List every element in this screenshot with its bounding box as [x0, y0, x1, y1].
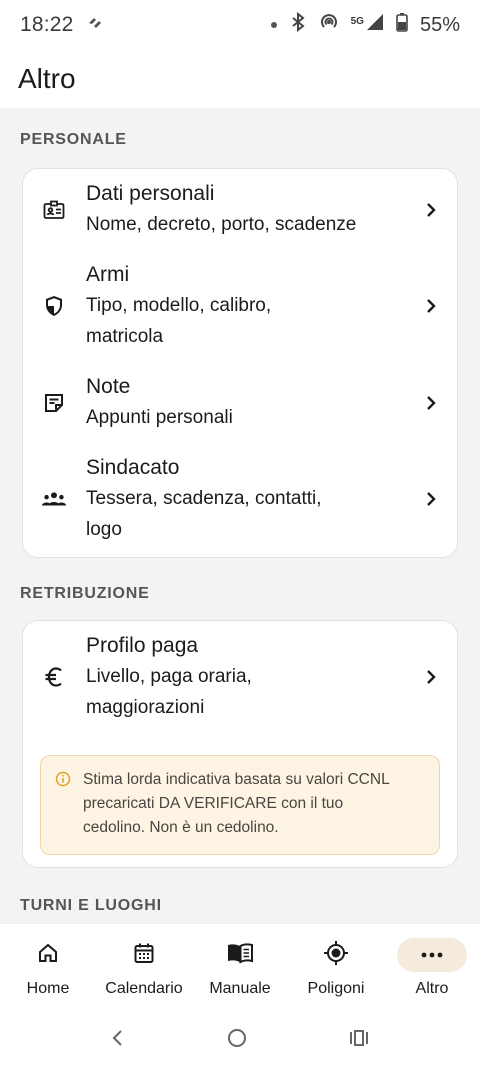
battery-icon: [396, 12, 408, 38]
nav-calendario[interactable]: Calendario: [96, 924, 192, 1013]
status-time: 18:22: [20, 13, 74, 36]
nav-label: Calendario: [105, 980, 183, 997]
nav-altro[interactable]: Altro: [384, 924, 480, 1013]
nav-poligoni[interactable]: Poligoni: [288, 924, 384, 1013]
page-title: Altro: [18, 63, 76, 94]
note-icon: [41, 390, 67, 416]
menu-item-subtitle-line-1: Tessera, scadenza, contatti,: [86, 488, 322, 509]
menu-item-sindacato[interactable]: Sindacato Tessera, scadenza, contatti, l…: [23, 443, 457, 557]
nav-home[interactable]: Home: [0, 924, 96, 1013]
info-line-1: Stima lorda indicativa basata su valori …: [83, 771, 390, 788]
menu-item-subtitle-line-2: logo: [86, 519, 122, 540]
status-bar: 18:22 5G 55%: [0, 0, 480, 50]
menu-item-subtitle-line-1: Tipo, modello, calibro,: [86, 295, 272, 316]
menu-item-note[interactable]: Note Appunti personali: [23, 362, 457, 443]
chevron-right-icon: [417, 669, 437, 685]
main-content: PERSONALE Dati personali Nome, decreto, …: [0, 108, 480, 992]
section-title-turni: TURNI E LUOGHI: [20, 897, 162, 914]
nav-label: Manuale: [209, 980, 271, 997]
app-bar: Altro: [0, 50, 480, 108]
menu-item-subtitle-line-2: matricola: [86, 326, 164, 347]
hotspot-icon: [319, 12, 339, 38]
nav-label: Altro: [415, 980, 449, 997]
nav-label: Home: [26, 980, 70, 997]
sync-icon: [86, 13, 104, 37]
chevron-right-icon: [417, 491, 437, 507]
calendar-icon: [132, 941, 156, 970]
menu-item-subtitle-line-2: maggiorazioni: [86, 697, 205, 718]
menu-item-dati-personali[interactable]: Dati personali Nome, decreto, porto, sca…: [23, 169, 457, 250]
menu-item-subtitle-line-1: Livello, paga oraria,: [86, 666, 252, 687]
home-circle-icon[interactable]: [226, 1027, 248, 1054]
back-icon[interactable]: [110, 1028, 126, 1053]
nav-label: Poligoni: [307, 980, 365, 997]
shield-icon: [41, 293, 67, 319]
euro-icon: [41, 664, 67, 690]
nav-manuale[interactable]: Manuale: [192, 924, 288, 1013]
signal-icon: [366, 13, 384, 37]
menu-item-title: Armi: [86, 263, 130, 286]
system-navigation: [0, 1013, 480, 1067]
menu-item-subtitle: Nome, decreto, porto, scadenze: [86, 214, 357, 235]
target-icon: [323, 940, 349, 971]
menu-item-title: Note: [86, 375, 131, 398]
section-title-retribuzione: RETRIBUZIONE: [20, 585, 150, 602]
notification-dot-icon: [270, 22, 277, 28]
menu-item-title: Profilo paga: [86, 634, 199, 657]
recents-icon[interactable]: [348, 1028, 370, 1053]
info-notice: Stima lorda indicativa basata su valori …: [40, 755, 440, 855]
book-icon: [226, 941, 254, 970]
menu-item-subtitle: Appunti personali: [86, 407, 233, 428]
info-line-2: precaricati DA VERIFICARE con il tuo: [83, 795, 344, 812]
info-line-3: cedolino. Non è un cedolino.: [83, 819, 279, 836]
home-icon: [36, 941, 60, 970]
network-type: 5G: [350, 15, 364, 27]
retribuzione-card: Profilo paga Livello, paga oraria, maggi…: [22, 620, 458, 868]
chevron-right-icon: [417, 202, 437, 218]
bottom-navigation: Home Calendario Manuale Poligoni Altro: [0, 923, 480, 1013]
chevron-right-icon: [417, 298, 437, 314]
menu-item-title: Dati personali: [86, 182, 215, 205]
group-icon: [41, 486, 67, 512]
menu-item-armi[interactable]: Armi Tipo, modello, calibro, matricola: [23, 250, 457, 362]
menu-item-title: Sindacato: [86, 456, 180, 479]
bluetooth-icon: [289, 11, 307, 38]
personale-card: Dati personali Nome, decreto, porto, sca…: [22, 168, 458, 558]
battery-percentage: 55%: [419, 13, 460, 36]
info-icon: [55, 771, 73, 840]
more-icon: [420, 946, 444, 964]
menu-item-profilo-paga[interactable]: Profilo paga Livello, paga oraria, maggi…: [23, 621, 457, 733]
section-title-personale: PERSONALE: [20, 131, 127, 148]
id-card-icon: [41, 197, 67, 223]
chevron-right-icon: [417, 395, 437, 411]
